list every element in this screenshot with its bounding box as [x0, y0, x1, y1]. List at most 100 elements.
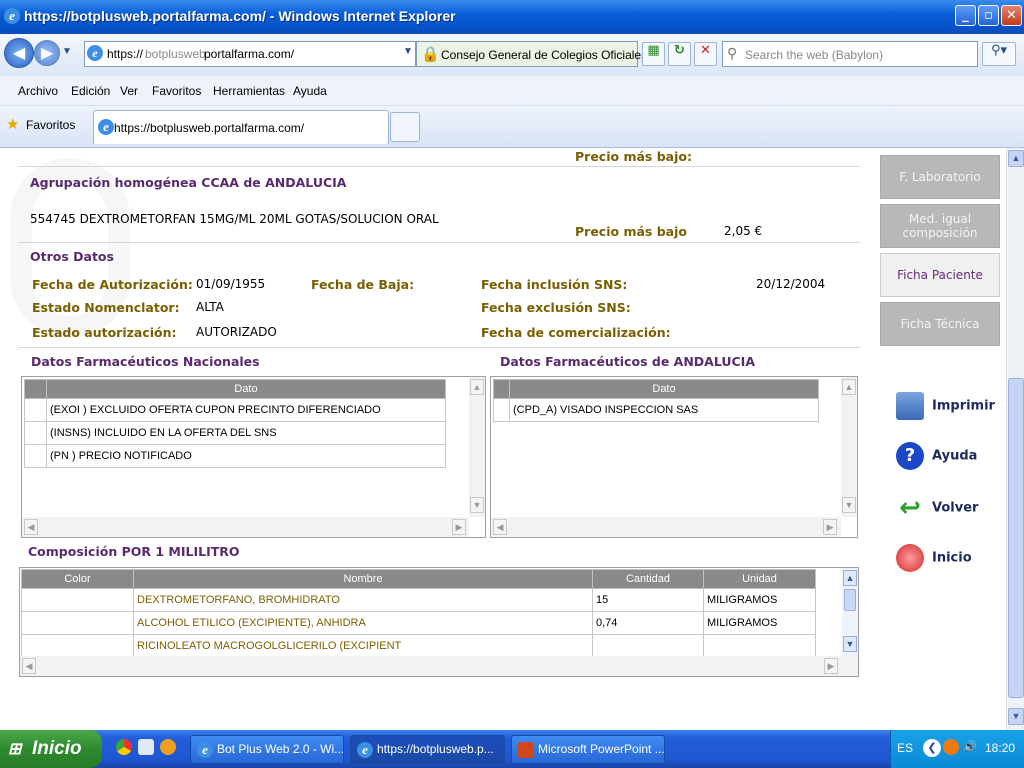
scroll-left-icon[interactable]: ◀ — [22, 658, 36, 674]
maximize-button[interactable]: ▫ — [978, 5, 999, 26]
composicion-table: Color Nombre Cantidad Unidad DEXTROMETOR… — [21, 569, 816, 658]
product-line: 554745 DEXTROMETORFAN 15MG/ML 20ML GOTAS… — [30, 212, 439, 226]
history-dropdown-icon[interactable]: ▼ — [62, 46, 72, 57]
table-row[interactable]: (EXOI ) EXCLUIDO OFERTA CUPON PRECINTO D… — [24, 398, 446, 422]
ficha-tecnica-button[interactable]: Ficha Técnica — [880, 302, 1000, 346]
desktop-icon[interactable] — [138, 739, 154, 755]
page-icon: e — [87, 45, 103, 61]
address-bar[interactable]: e https:// botplusweb. portalfarma.com/ … — [84, 41, 416, 67]
table-row[interactable]: (CPD_A) VISADO INSPECCION SAS — [493, 398, 819, 422]
med-igual-composicion-button[interactable]: Med. igual composición — [880, 204, 1000, 248]
scroll-down-icon[interactable]: ▼ — [470, 497, 484, 513]
page-vscrollbar[interactable]: ▲ ▼ — [1006, 148, 1024, 730]
media-icon[interactable] — [160, 739, 176, 755]
composicion-grid[interactable]: Color Nombre Cantidad Unidad DEXTROMETOR… — [19, 567, 859, 677]
ficha-paciente-button[interactable]: Ficha Paciente — [880, 253, 1000, 297]
scroll-down-icon[interactable]: ▼ — [1008, 708, 1024, 725]
scroll-up-icon[interactable]: ▲ — [843, 570, 857, 586]
scroll-up-icon[interactable]: ▲ — [842, 379, 856, 395]
ie-logo-icon: e — [4, 8, 20, 24]
andalucia-hscrollbar[interactable]: ◀ ▶ — [491, 517, 841, 537]
scroll-right-icon[interactable]: ▶ — [824, 658, 838, 674]
search-placeholder: Search the web (Babylon) — [745, 48, 884, 62]
address-subdomain: botplusweb. — [145, 47, 210, 61]
ayuda-action[interactable]: ? Ayuda — [896, 442, 977, 470]
security-label: Consejo General de Colegios Oficiales ..… — [441, 48, 661, 62]
dato-header: Dato — [509, 379, 819, 399]
table-row[interactable]: (PN ) PRECIO NOTIFICADO — [24, 444, 446, 468]
agrupacion-title: Agrupación homogénea CCAA de ANDALUCIA — [30, 175, 347, 190]
scroll-up-icon[interactable]: ▲ — [470, 379, 484, 395]
inicio-action[interactable]: Inicio — [896, 544, 972, 572]
start-button[interactable]: ⊞ Inicio — [0, 730, 102, 768]
andalucia-grid[interactable]: Dato (CPD_A) VISADO INSPECCION SAS ▲ ▼ ◀… — [490, 376, 858, 538]
tray-arrow-icon[interactable]: ❮ — [923, 739, 941, 757]
chrome-icon[interactable] — [116, 739, 132, 755]
col-unidad[interactable]: Unidad — [703, 569, 816, 589]
forward-button[interactable]: ▶ — [34, 40, 60, 66]
imprimir-action[interactable]: Imprimir — [896, 392, 995, 420]
color-cell — [21, 634, 134, 658]
volume-icon[interactable]: 🔊 — [963, 740, 977, 753]
menu-favoritos[interactable]: Favoritos — [152, 84, 201, 98]
scroll-right-icon[interactable]: ▶ — [823, 519, 837, 535]
home-icon — [896, 544, 924, 572]
address-dropdown-icon[interactable]: ▼ — [403, 46, 413, 57]
scroll-left-icon[interactable]: ◀ — [493, 519, 507, 535]
fecha-autorizacion-label: Fecha de Autorización: — [32, 277, 193, 292]
nacionales-grid[interactable]: Dato (EXOI ) EXCLUIDO OFERTA CUPON PRECI… — [21, 376, 486, 538]
composicion-hscrollbar[interactable]: ◀ ▶ — [20, 656, 858, 676]
close-button[interactable]: ✕ — [1001, 5, 1022, 26]
scroll-right-icon[interactable]: ▶ — [452, 519, 466, 535]
language-indicator[interactable]: ES — [897, 741, 913, 755]
security-report[interactable]: 🔒 Consejo General de Colegios Oficiales … — [416, 41, 660, 67]
menu-ver[interactable]: Ver — [120, 84, 138, 98]
scroll-left-icon[interactable]: ◀ — [24, 519, 38, 535]
stop-icon[interactable]: ✕ — [694, 42, 717, 66]
favorites-button[interactable]: Favoritos — [26, 118, 75, 132]
menu-edicion[interactable]: Edición — [71, 84, 110, 98]
taskbar-item-botplusweb[interactable]: e https://botplusweb.p... — [350, 735, 505, 764]
nombre-cell: RICINOLEATO MACROGOLGLICERILO (EXCIPIENT — [133, 634, 593, 658]
table-row[interactable]: RICINOLEATO MACROGOLGLICERILO (EXCIPIENT — [21, 634, 816, 658]
address-prefix: https:// — [107, 47, 144, 61]
dato-header: Dato — [46, 379, 446, 399]
otros-datos-title: Otros Datos — [30, 249, 114, 264]
table-cell: (EXOI ) EXCLUIDO OFERTA CUPON PRECINTO D… — [46, 398, 446, 422]
taskbar-item-powerpoint[interactable]: Microsoft PowerPoint ... — [511, 735, 665, 764]
col-color[interactable]: Color — [21, 569, 134, 589]
scroll-thumb[interactable] — [1008, 378, 1024, 698]
col-nombre[interactable]: Nombre — [133, 569, 593, 589]
minimize-button[interactable]: _ — [955, 5, 976, 26]
scroll-up-icon[interactable]: ▲ — [1008, 150, 1024, 167]
volver-action[interactable]: ↩ Volver — [896, 494, 978, 522]
fecha-autorizacion-value: 01/09/1955 — [196, 277, 266, 291]
table-row[interactable]: (INSNS) INCLUIDO EN LA OFERTA DEL SNS — [24, 421, 446, 445]
composicion-vscrollbar[interactable]: ▲ ▼ — [842, 568, 858, 656]
system-tray: ES ❮ 🔊 18:20 — [890, 730, 1024, 768]
f-laboratorio-button[interactable]: F. Laboratorio — [880, 155, 1000, 199]
scroll-down-icon[interactable]: ▼ — [843, 636, 857, 652]
menu-herramientas[interactable]: Herramientas — [213, 84, 285, 98]
andalucia-vscrollbar[interactable]: ▲ ▼ — [841, 377, 857, 517]
scroll-thumb[interactable] — [844, 589, 856, 611]
search-input[interactable]: ⚲ Search the web (Babylon) — [722, 41, 978, 67]
menu-ayuda[interactable]: Ayuda — [293, 84, 327, 98]
browser-tab[interactable]: e https://botplusweb.portalfarma.com/ — [93, 110, 389, 144]
search-button[interactable]: ⚲▾ — [982, 42, 1016, 66]
tray-app-icon[interactable] — [943, 739, 959, 755]
taskbar-item-botplus[interactable]: e Bot Plus Web 2.0 - Wi... — [190, 735, 344, 764]
refresh-icon[interactable]: ↻ — [668, 42, 691, 66]
compatibility-icon[interactable]: ▦ — [642, 42, 665, 66]
scroll-down-icon[interactable]: ▼ — [842, 497, 856, 513]
table-row[interactable]: DEXTROMETORFANO, BROMHIDRATO 15 MILIGRAM… — [21, 588, 816, 612]
back-button[interactable]: ◀ — [4, 38, 34, 68]
imprimir-label: Imprimir — [932, 398, 995, 414]
table-cell: (INSNS) INCLUIDO EN LA OFERTA DEL SNS — [46, 421, 446, 445]
nacionales-hscrollbar[interactable]: ◀ ▶ — [22, 517, 469, 537]
col-cantidad[interactable]: Cantidad — [592, 569, 704, 589]
table-row[interactable]: ALCOHOL ETILICO (EXCIPIENTE), ANHIDRA 0,… — [21, 611, 816, 635]
nacionales-vscrollbar[interactable]: ▲ ▼ — [469, 377, 485, 517]
new-tab-button[interactable] — [390, 112, 420, 142]
menu-archivo[interactable]: Archivo — [18, 84, 58, 98]
